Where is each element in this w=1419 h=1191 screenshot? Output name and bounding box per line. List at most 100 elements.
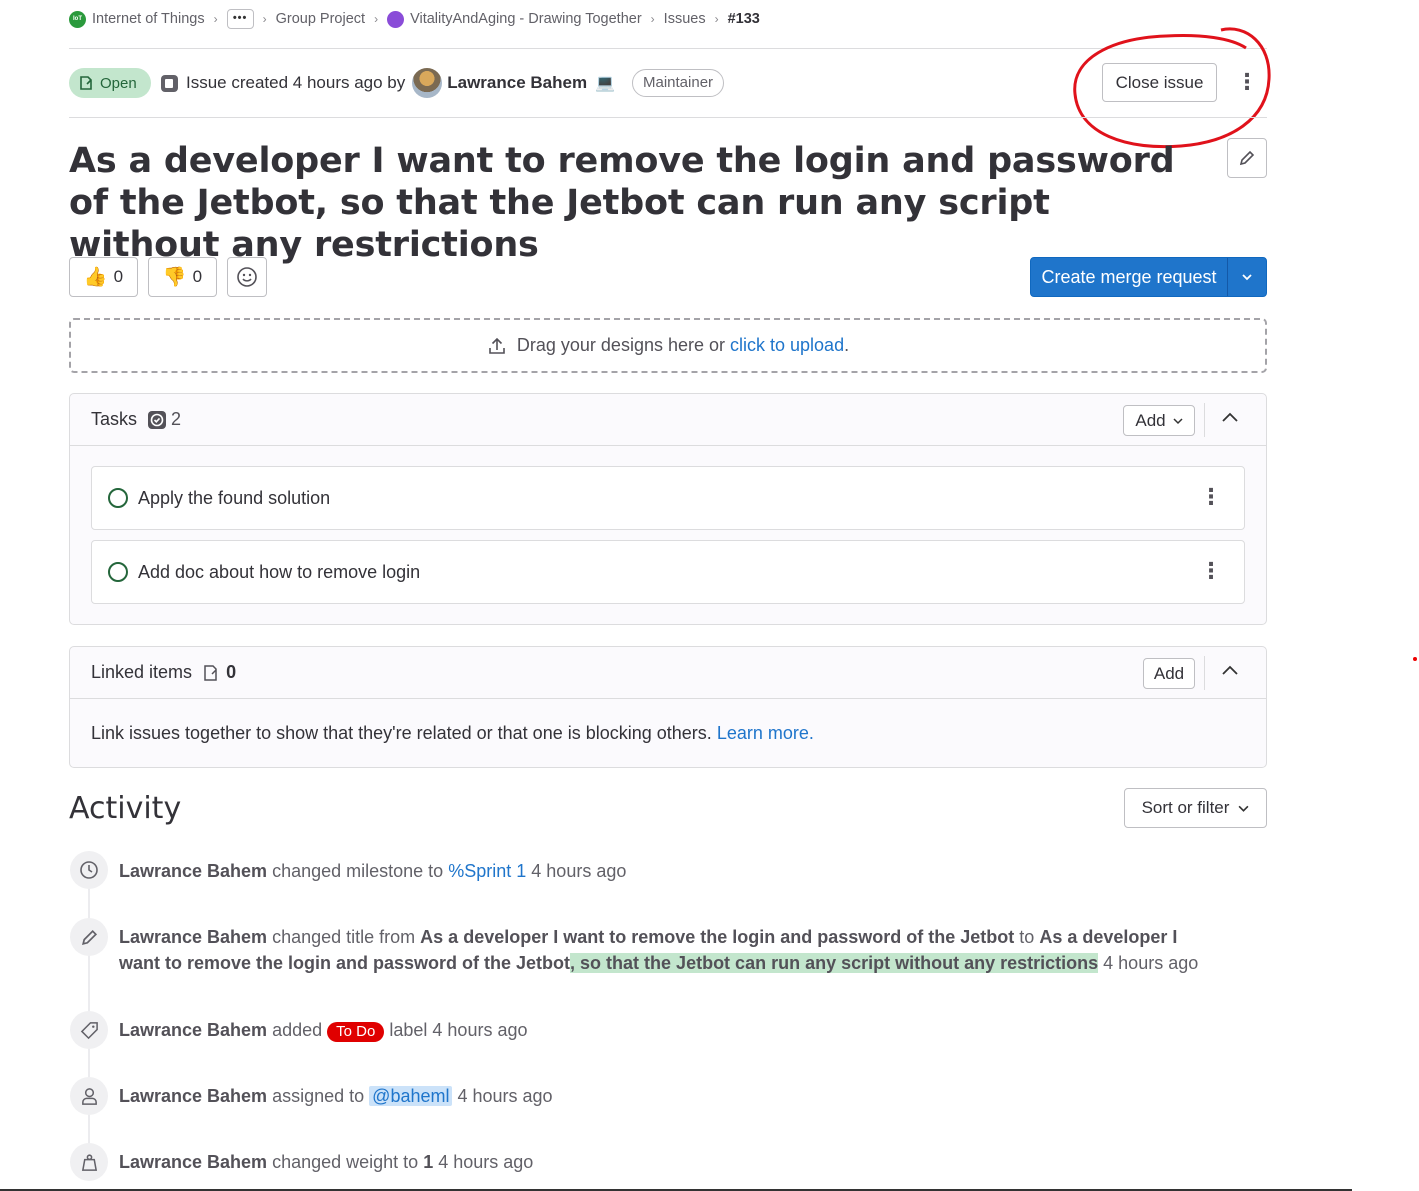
divider <box>1204 403 1205 437</box>
chevron-down-icon <box>1238 805 1249 812</box>
activity-item: Lawrance Bahem added To Do label 4 hours… <box>119 1017 1219 1043</box>
edit-title-button[interactable] <box>1227 138 1267 178</box>
add-linked-item-button[interactable]: Add <box>1143 658 1195 689</box>
thumbs-down-icon: 👎 <box>162 267 187 288</box>
activity-text: changed title from <box>272 927 416 947</box>
activity-time: 4 hours ago <box>432 1020 528 1040</box>
role-badge: Maintainer <box>632 69 725 97</box>
create-merge-request-label[interactable]: Create merge request <box>1031 258 1228 296</box>
breadcrumb-more-button[interactable]: ••• <box>226 9 254 29</box>
laptop-icon: 💻 <box>595 75 616 92</box>
activity-text: added <box>272 1020 323 1040</box>
issue-meta: Issue created 4 hours ago by Lawrance Ba… <box>160 68 615 98</box>
annotation-circle <box>1073 27 1271 149</box>
pencil-icon <box>70 918 108 956</box>
activity-text: changed milestone to <box>272 861 444 881</box>
chevron-down-icon[interactable] <box>1228 267 1266 288</box>
thumbs-up-count: 0 <box>113 267 124 286</box>
divider <box>1204 656 1205 690</box>
activity-item: Lawrance Bahem changed weight to 1 4 hou… <box>119 1149 1219 1175</box>
thumbs-down-button[interactable]: 👎 0 <box>148 257 217 297</box>
thumbs-down-count: 0 <box>192 267 203 286</box>
linked-items-count-value: 0 <box>226 662 237 682</box>
annotation-dot <box>1413 657 1417 661</box>
linked-items-description: Link issues together to show that they'r… <box>91 723 712 743</box>
activity-text: label <box>389 1020 428 1040</box>
more-actions-icon[interactable]: ⋮ <box>1200 559 1222 583</box>
breadcrumb-project[interactable]: VitalityAndAging - Drawing Together <box>410 11 642 27</box>
activity-time: 4 hours ago <box>457 1086 553 1106</box>
clock-icon <box>70 851 108 889</box>
weight-value: 1 <box>423 1152 434 1172</box>
task-title[interactable]: Add doc about how to remove login <box>138 562 420 583</box>
linked-items-empty: Link issues together to show that they'r… <box>70 699 1266 768</box>
breadcrumb-group[interactable]: Internet of Things <box>92 11 205 27</box>
chevron-up-icon[interactable] <box>1220 661 1240 681</box>
activity-user[interactable]: Lawrance Bahem <box>119 927 267 947</box>
dropzone-period: . <box>844 335 850 355</box>
activity-user[interactable]: Lawrance Bahem <box>119 1152 267 1172</box>
breadcrumb: IoT Internet of Things › ••• › Group Pro… <box>69 8 760 30</box>
activity-item: Lawrance Bahem assigned to @baheml 4 hou… <box>119 1083 1219 1109</box>
linked-items-header: Linked items 0 Add <box>70 647 1266 699</box>
milestone-link[interactable]: %Sprint 1 <box>448 861 526 881</box>
chevron-down-icon <box>1173 417 1183 424</box>
status-badge: Open <box>69 68 151 98</box>
sort-filter-label: Sort or filter <box>1141 798 1230 817</box>
issue-type-icon <box>161 74 178 92</box>
author-avatar[interactable] <box>412 68 443 98</box>
create-merge-request-button[interactable]: Create merge request <box>1030 257 1267 297</box>
activity-user[interactable]: Lawrance Bahem <box>119 1086 267 1106</box>
activity-item: Lawrance Bahem changed milestone to %Spr… <box>119 858 1219 884</box>
thumbs-up-icon: 👍 <box>83 267 108 288</box>
breadcrumb-current[interactable]: #133 <box>728 11 760 27</box>
tasks-count: 2 <box>147 409 181 430</box>
open-task-icon <box>108 562 128 582</box>
project-avatar <box>387 10 405 28</box>
activity-user[interactable]: Lawrance Bahem <box>119 1020 267 1040</box>
tasks-count-value: 2 <box>171 409 182 429</box>
upload-icon <box>489 337 505 354</box>
thumbs-up-button[interactable]: 👍 0 <box>69 257 138 297</box>
upload-link[interactable]: click to upload <box>730 335 844 356</box>
old-title: As a developer I want to remove the logi… <box>420 927 1015 947</box>
design-dropzone[interactable]: Drag your designs here or click to uploa… <box>69 318 1267 373</box>
issue-icon <box>204 664 217 681</box>
linked-items-heading: Linked items <box>91 662 193 682</box>
tasks-heading: Tasks <box>91 409 138 429</box>
divider <box>69 117 1267 118</box>
task-title[interactable]: Apply the found solution <box>138 488 330 509</box>
user-icon <box>70 1077 108 1115</box>
add-task-button[interactable]: Add <box>1123 405 1195 436</box>
smiley-icon <box>237 267 257 287</box>
activity-heading: Activity <box>69 791 182 826</box>
activity-time: 4 hours ago <box>531 861 627 881</box>
chevron-right-icon: › <box>262 12 267 26</box>
activity-time: 4 hours ago <box>1103 953 1199 973</box>
status-text: Open <box>100 74 137 92</box>
activity-item: Lawrance Bahem changed title from As a d… <box>119 924 1219 976</box>
task-item[interactable]: Add doc about how to remove login ⋮ <box>91 540 1245 604</box>
author-name[interactable]: Lawrance Bahem <box>447 73 587 93</box>
user-mention[interactable]: @baheml <box>369 1086 453 1106</box>
todo-label-badge[interactable]: To Do <box>327 1022 385 1042</box>
activity-user[interactable]: Lawrance Bahem <box>119 861 267 881</box>
created-text: Issue created 4 hours ago by <box>186 73 406 92</box>
add-reaction-button[interactable] <box>227 257 267 297</box>
chevron-up-icon[interactable] <box>1220 408 1240 428</box>
breadcrumb-subgroup[interactable]: Group Project <box>276 11 365 27</box>
new-title-diff: , so that the Jetbot can run any script … <box>570 953 1099 973</box>
more-actions-icon[interactable]: ⋮ <box>1200 485 1222 509</box>
issue-open-icon <box>80 76 92 90</box>
chevron-right-icon: › <box>650 12 655 26</box>
task-item[interactable]: Apply the found solution ⋮ <box>91 466 1245 530</box>
activity-text: changed weight to <box>272 1152 419 1172</box>
learn-more-link[interactable]: Learn more. <box>717 723 814 743</box>
weight-icon <box>70 1143 108 1181</box>
breadcrumb-issues[interactable]: Issues <box>664 11 706 27</box>
add-task-label: Add <box>1135 410 1166 430</box>
issue-title: As a developer I want to remove the logi… <box>69 141 1175 265</box>
linked-items-card: Linked items 0 Add Link issues together … <box>69 646 1267 768</box>
chevron-right-icon: › <box>374 12 379 26</box>
sort-filter-button[interactable]: Sort or filter <box>1124 788 1267 828</box>
